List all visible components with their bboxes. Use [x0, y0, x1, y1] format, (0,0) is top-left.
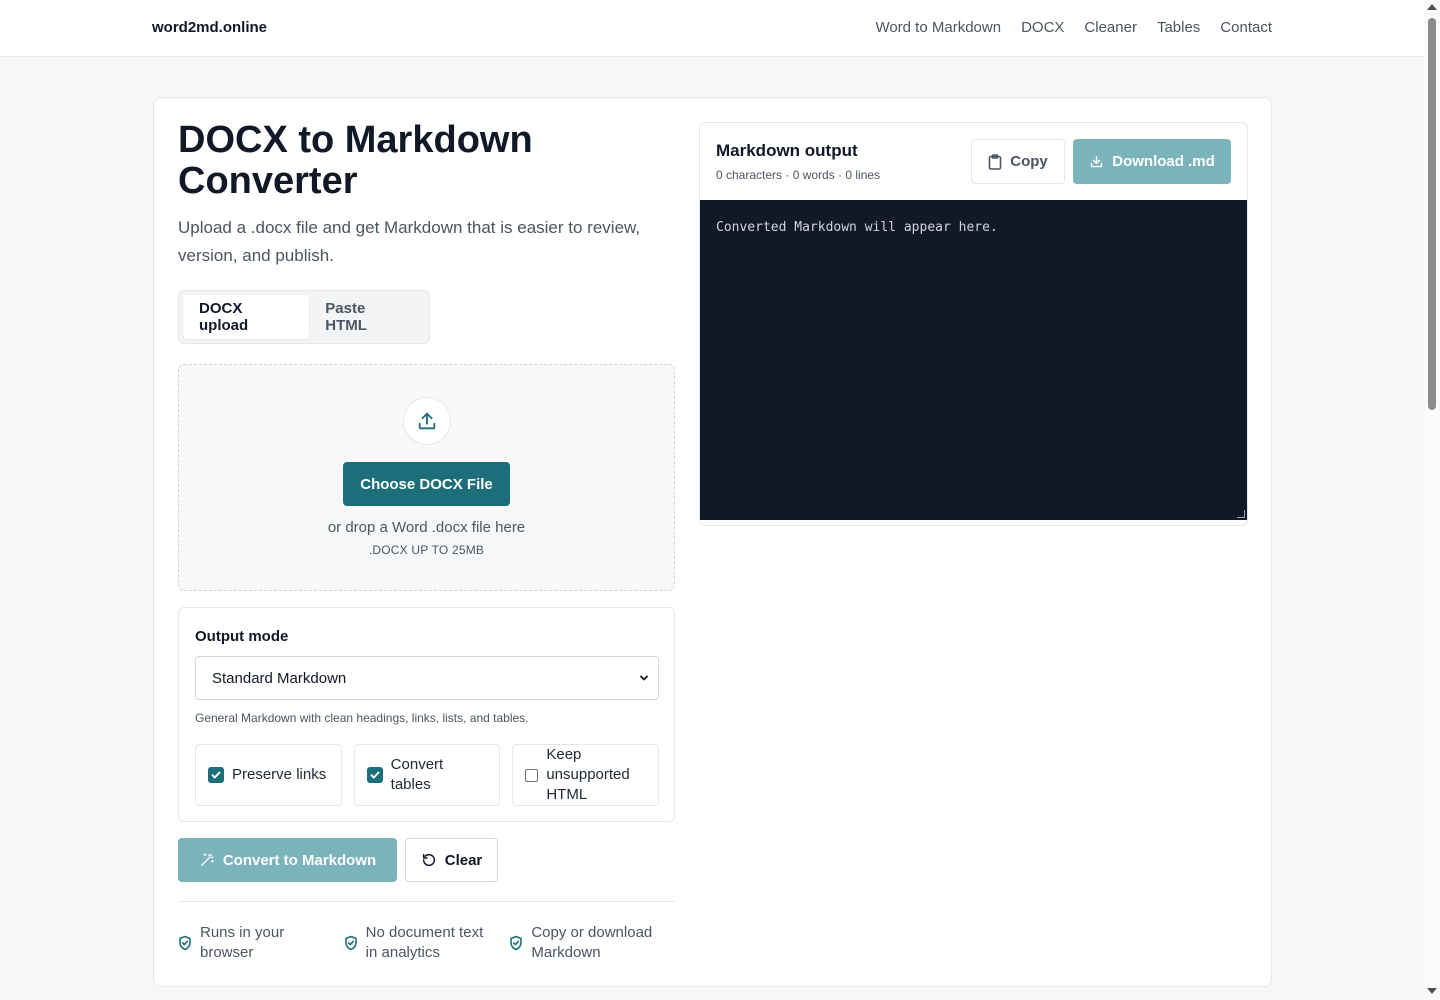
convert-button[interactable]: Convert to Markdown [178, 838, 397, 882]
keep-html-label: Keep unsupported HTML [546, 746, 630, 803]
tab-paste-html[interactable]: Paste HTML [309, 295, 425, 339]
file-dropzone[interactable]: Choose DOCX File or drop a Word .docx fi… [178, 364, 675, 591]
markdown-output-panel: Markdown output 0 characters · 0 words ·… [699, 122, 1248, 526]
copy-button[interactable]: Copy [971, 139, 1065, 184]
output-header: Markdown output 0 characters · 0 words ·… [700, 123, 1247, 200]
resize-handle-icon[interactable] [1237, 510, 1245, 518]
download-button-label: Download .md [1112, 153, 1215, 170]
shield-check-icon [344, 935, 357, 951]
preserve-links-option[interactable]: Preserve links [195, 744, 342, 806]
page-scrollbar[interactable] [1424, 0, 1440, 1000]
output-options: Output mode Standard Markdown General Ma… [178, 607, 675, 822]
chevron-down-icon [640, 675, 648, 681]
choose-docx-button[interactable]: Choose DOCX File [343, 462, 510, 506]
output-title: Markdown output [716, 141, 858, 160]
drop-hint: or drop a Word .docx file here [327, 519, 526, 536]
nav-link-word-to-markdown[interactable]: Word to Markdown [875, 19, 1001, 36]
nav-link-docx[interactable]: DOCX [1021, 19, 1064, 36]
feature-item: Copy or download Markdown [509, 923, 675, 963]
output-mode-description: General Markdown with clean headings, li… [195, 711, 529, 725]
option-checkboxes: Preserve links Convert tables Keep unsup… [195, 744, 660, 806]
upload-icon [403, 397, 451, 445]
magic-wand-icon [200, 853, 214, 866]
nav-link-contact[interactable]: Contact [1220, 19, 1272, 36]
page-subtitle: Upload a .docx file and get Markdown tha… [178, 218, 641, 265]
clear-button-label: Clear [444, 851, 483, 869]
convert-tables-checkbox[interactable] [366, 767, 383, 783]
scrollbar-thumb[interactable] [1428, 18, 1436, 410]
download-icon [1091, 155, 1103, 168]
nav-links: Word to Markdown DOCX Cleaner Tables Con… [875, 19, 1272, 36]
reset-icon [422, 853, 435, 867]
clear-button[interactable]: Clear [405, 838, 498, 882]
feature-text: Runs in your browser [200, 924, 285, 961]
output-mode-select[interactable]: Standard Markdown [195, 656, 659, 700]
top-nav: word2md.online Word to Markdown DOCX Cle… [0, 0, 1424, 57]
keep-html-option[interactable]: Keep unsupported HTML [512, 744, 660, 806]
tab-docx-upload[interactable]: DOCX upload [183, 295, 310, 339]
scroll-up-icon[interactable] [1427, 4, 1437, 10]
output-mode-label: Output mode [195, 628, 289, 645]
input-tabs: DOCX upload Paste HTML [178, 290, 430, 344]
feature-item: No document text in analytics [344, 923, 510, 963]
feature-item: Runs in your browser [178, 923, 344, 963]
copy-button-label: Copy [1010, 153, 1048, 170]
scroll-down-icon[interactable] [1427, 988, 1437, 994]
feature-text: No document text in analytics [365, 924, 484, 961]
feature-list: Runs in your browser No document text in… [178, 923, 675, 963]
markdown-output-textarea[interactable]: Converted Markdown will appear here. [700, 200, 1247, 520]
converter-card: DOCX to Markdown Converter Upload a .doc… [153, 97, 1272, 987]
convert-tables-option[interactable]: Convert tables [353, 744, 501, 806]
nav-link-tables[interactable]: Tables [1157, 19, 1200, 36]
section-divider [178, 901, 675, 902]
download-md-button[interactable]: Download .md [1073, 139, 1231, 184]
keep-html-checkbox[interactable] [525, 768, 539, 782]
output-mode-value: Standard Markdown [212, 669, 347, 687]
output-stats: 0 characters · 0 words · 0 lines [716, 168, 881, 182]
file-size-limit: .DOCX UP TO 25MB [368, 543, 485, 557]
feature-text: Copy or download Markdown [531, 924, 653, 961]
convert-button-label: Convert to Markdown [222, 851, 377, 869]
brand-logo[interactable]: word2md.online [152, 19, 267, 36]
output-placeholder: Converted Markdown will appear here. [716, 220, 998, 235]
clipboard-icon [988, 153, 1002, 170]
shield-check-icon [510, 935, 523, 951]
preserve-links-checkbox[interactable] [208, 767, 224, 783]
page-title: DOCX to Markdown Converter [178, 119, 533, 202]
nav-link-cleaner[interactable]: Cleaner [1084, 19, 1137, 36]
convert-tables-label: Convert tables [390, 756, 444, 793]
shield-check-icon [179, 935, 191, 951]
preserve-links-label: Preserve links [232, 766, 327, 783]
